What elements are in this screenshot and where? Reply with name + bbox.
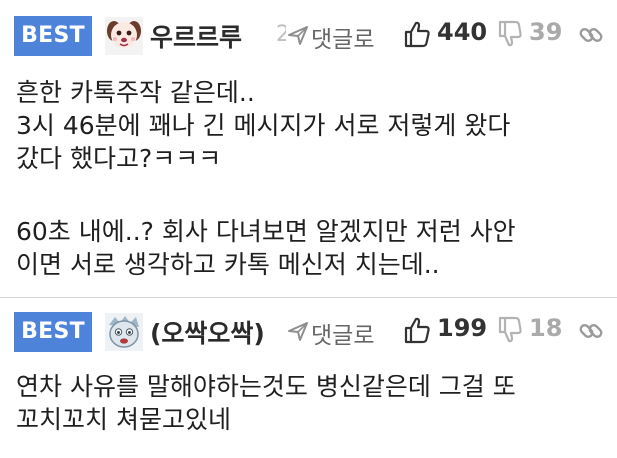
dislike-count: 18 — [529, 314, 563, 342]
comment-body: 흔한 카톡주작 같은데.. 3시 46분에 꽤나 긴 메시지가 서로 저렇게 왔… — [16, 76, 607, 281]
username-overflow: 2 — [276, 22, 286, 47]
cartoon-avatar-icon[interactable] — [105, 313, 143, 351]
reply-label: 댓글로 — [311, 27, 375, 53]
reply-label: 댓글로 — [311, 323, 375, 349]
chain-link-icon[interactable] — [578, 318, 604, 344]
thumbs-down-icon — [498, 316, 522, 343]
like-count: 199 — [437, 314, 488, 342]
comment-line: 3시 46분에 꽤나 긴 메시지가 서로 저렇게 왔다 — [16, 111, 511, 140]
username[interactable]: (오싹오싹) — [150, 314, 282, 350]
dislike-count: 39 — [529, 18, 563, 46]
chain-link-icon[interactable] — [578, 22, 604, 48]
thumbs-up-icon — [404, 21, 430, 48]
puppy-avatar-icon[interactable] — [105, 17, 143, 55]
username[interactable]: 우르르루 — [150, 18, 280, 54]
best-badge: BEST — [14, 312, 92, 352]
comment-header: BEST 우르르루 2 댓글로 440 39 — [0, 0, 617, 64]
comment-line: 60초 내에..? 회사 다녀보면 알겠지만 저런 사안 — [16, 217, 516, 246]
send-arrow-icon — [288, 26, 308, 45]
like-count: 440 — [437, 18, 488, 46]
comment: BEST 우르르루 2 댓글로 440 39 흔한 카톡주작 같은데.. 3시 … — [0, 0, 617, 298]
comment-line: 이면 서로 생각하고 카톡 메신저 치는데.. — [16, 250, 440, 279]
comment: BEST (오싹오싹) 댓글로 199 18 연차 사유를 말해야하는것도 병신… — [0, 298, 617, 458]
comment-line-blank — [16, 175, 607, 215]
thumbs-up-icon — [404, 317, 430, 344]
comment-line: 꼬치꼬치 쳐묻고있네 — [16, 405, 231, 434]
comment-line: 흔한 카톡주작 같은데.. — [16, 78, 255, 107]
best-badge: BEST — [14, 16, 92, 56]
comment-header: BEST (오싹오싹) 댓글로 199 18 — [0, 298, 617, 362]
comment-body: 연차 사유를 말해야하는것도 병신같은데 그걸 또 꼬치꼬치 쳐묻고있네 — [16, 370, 607, 436]
send-arrow-icon — [288, 322, 308, 341]
thumbs-down-icon — [498, 20, 522, 47]
comment-line: 갔다 했다고?ㅋㅋㅋ — [16, 144, 222, 173]
comment-line: 연차 사유를 말해야하는것도 병신같은데 그걸 또 — [16, 372, 516, 401]
